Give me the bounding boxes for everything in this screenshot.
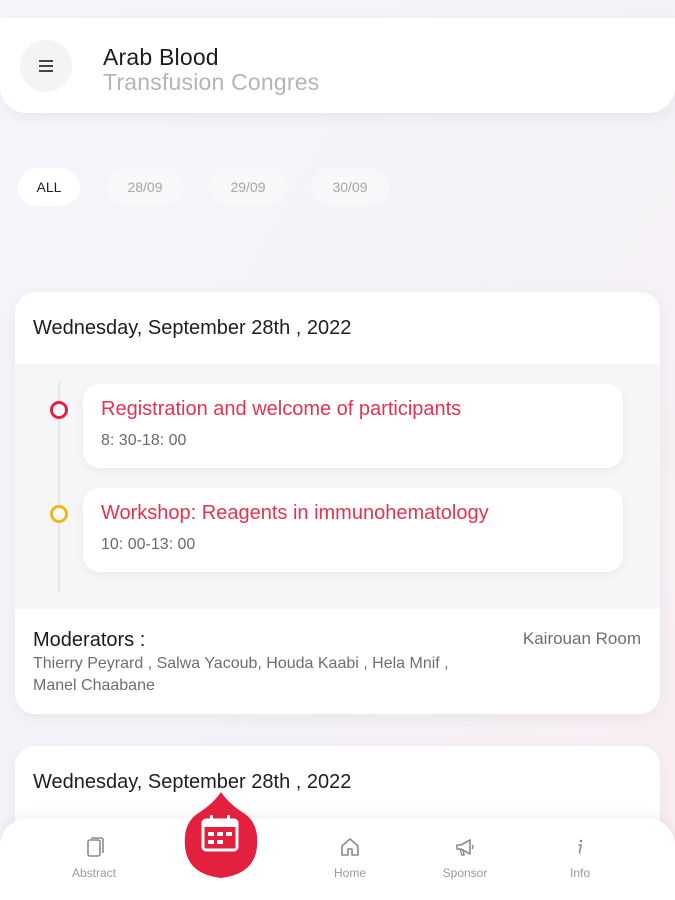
session-time: 10: 00-13: 00 xyxy=(101,536,196,553)
home-icon xyxy=(341,838,359,856)
nav-label: Home xyxy=(333,866,366,880)
nav-abstract[interactable]: Abstract xyxy=(54,836,134,888)
app-subtitle: Transfusion Congres xyxy=(103,69,320,95)
tab-all[interactable]: ALL xyxy=(18,168,80,206)
moderators-names: Thierry Peyrard , Salwa Yacoub, Houda Ka… xyxy=(33,655,449,694)
menu-button[interactable] xyxy=(20,40,72,92)
session-title: Workshop: Reagents in immunohematology xyxy=(101,502,489,524)
session-time: 8: 30-18: 00 xyxy=(101,432,187,449)
session-item[interactable]: Registration and welcome of participants… xyxy=(83,384,623,468)
document-icon xyxy=(87,837,104,857)
status-dot-icon xyxy=(50,401,68,419)
tab-28-09[interactable]: 28/09 xyxy=(106,168,184,206)
status-dot-icon xyxy=(50,505,68,523)
nav-label: Abstract xyxy=(71,866,116,880)
info-icon xyxy=(578,839,583,854)
session-title: Registration and welcome of participants xyxy=(101,398,462,420)
app-header: Arab Blood Transfusion Congres xyxy=(0,18,675,113)
tab-30-09[interactable]: 30/09 xyxy=(311,168,389,206)
room-label: Kairouan Room xyxy=(522,629,641,648)
app-title: Arab Blood xyxy=(103,44,219,70)
nav-home[interactable]: Home xyxy=(310,836,390,888)
session-timeline: Registration and welcome of participants… xyxy=(15,364,660,609)
calendar-icon xyxy=(184,792,258,878)
agenda-button[interactable] xyxy=(183,790,259,885)
session-item[interactable]: Workshop: Reagents in immunohematology 1… xyxy=(83,488,623,572)
nav-sponsor[interactable]: Sponsor xyxy=(425,836,505,888)
moderators-label: Moderators : xyxy=(33,629,146,651)
card-date: Wednesday, September 28th , 2022 xyxy=(33,770,352,793)
day-card: Wednesday, September 28th , 2022 Registr… xyxy=(15,292,660,714)
megaphone-icon xyxy=(456,839,474,856)
card-date: Wednesday, September 28th , 2022 xyxy=(33,316,352,339)
nav-info[interactable]: Info xyxy=(540,836,620,888)
nav-label: Sponsor xyxy=(442,866,488,880)
hamburger-icon xyxy=(39,60,53,72)
bottom-navigation: Abstract Home Sponsor Info xyxy=(0,818,675,900)
card-footer: Moderators : Thierry Peyrard , Salwa Yac… xyxy=(15,609,660,714)
nav-label: Info xyxy=(569,866,590,880)
tab-29-09[interactable]: 29/09 xyxy=(209,168,287,206)
